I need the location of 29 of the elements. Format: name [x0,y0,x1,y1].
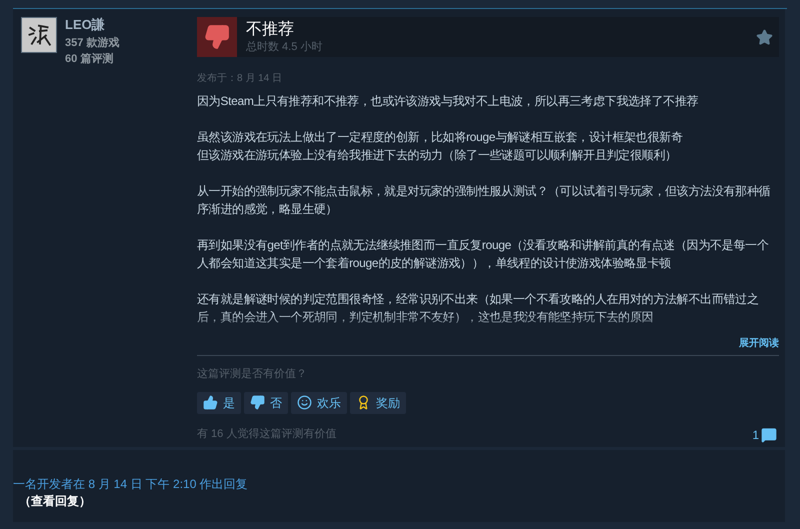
vote-button[interactable]: 否 [244,392,288,414]
thumbs-down-icon [204,24,230,50]
vote-button[interactable]: 是 [197,392,241,414]
comment-icon[interactable] [761,426,777,442]
developer-reply-note[interactable]: 一名开发者在 8 月 14 日 下午 2:10 作出回复 [13,476,785,493]
games-count[interactable]: 357 款游戏 [65,35,120,51]
thumbs-up-icon [203,395,218,410]
avatar[interactable] [21,17,57,53]
verdict-title: 不推荐 [246,20,295,40]
vote-button[interactable]: 欢乐 [291,392,347,414]
review-paragraph: 因为Steam上只有推荐和不推荐，也或许该游戏与我对不上电波，所以再三考虑下我选择了不推荐 [197,93,700,110]
medal-icon [356,395,371,410]
review-paragraph: 从一开始的强制玩家不能点击鼠标，就是对玩家的强制性服从测试？（可以试着引导玩家，但该方法没有那种循序渐进的感觉，略显生硬） [197,183,772,218]
review-paragraph: 虽然该游戏在玩法上做出了一定程度的创新，比如将rouge与解谜相互嵌套，设计框架也很新奇 但该游戏在游玩体验上没有给我推进下去的动力（除了一些谜题可以顺利解开且判定很顺利） [197,129,684,164]
author-name[interactable]: LEO謙 [65,17,120,33]
expand-link[interactable]: 展开阅读 [739,336,779,351]
review-paragraph: 还有就是解谜时候的判定范围很奇怪，经常识别不出来（如果一个不看攻略的人在用对的方法解不出而错过之后，真的会进入一个死胡同，判定机制非常不友好），这也是我没有能坚持玩下去的原因 [197,291,760,326]
vote-button[interactable]: 奖励 [350,392,406,414]
reviews-count[interactable]: 60 篇评测 [65,51,120,67]
post-date: 发布于：8 月 14 日 [197,72,284,86]
star-icon[interactable] [756,28,773,46]
helpful-question: 这篇评测是否有价值？ [197,366,308,382]
smiley-icon [297,395,312,410]
review-paragraph: 再到如果没有get到作者的点就无法继续推图而一直反复rouge（没看攻略和讲解前真的有点迷（因为不是每一个人都会知道这其实是一个套着rouge的皮的解谜游戏）），单线程的设计使游戏体验略显卡顿 [197,237,770,272]
comment-count[interactable]: 1 [752,426,759,444]
thumbs-down-icon [250,395,265,410]
view-reply-link[interactable]: （查看回复） [19,493,785,509]
helpful-summary: 有 16 人觉得这篇评测有价值 [197,426,336,442]
playtime: 总时数 4.5 小时 [246,40,322,54]
